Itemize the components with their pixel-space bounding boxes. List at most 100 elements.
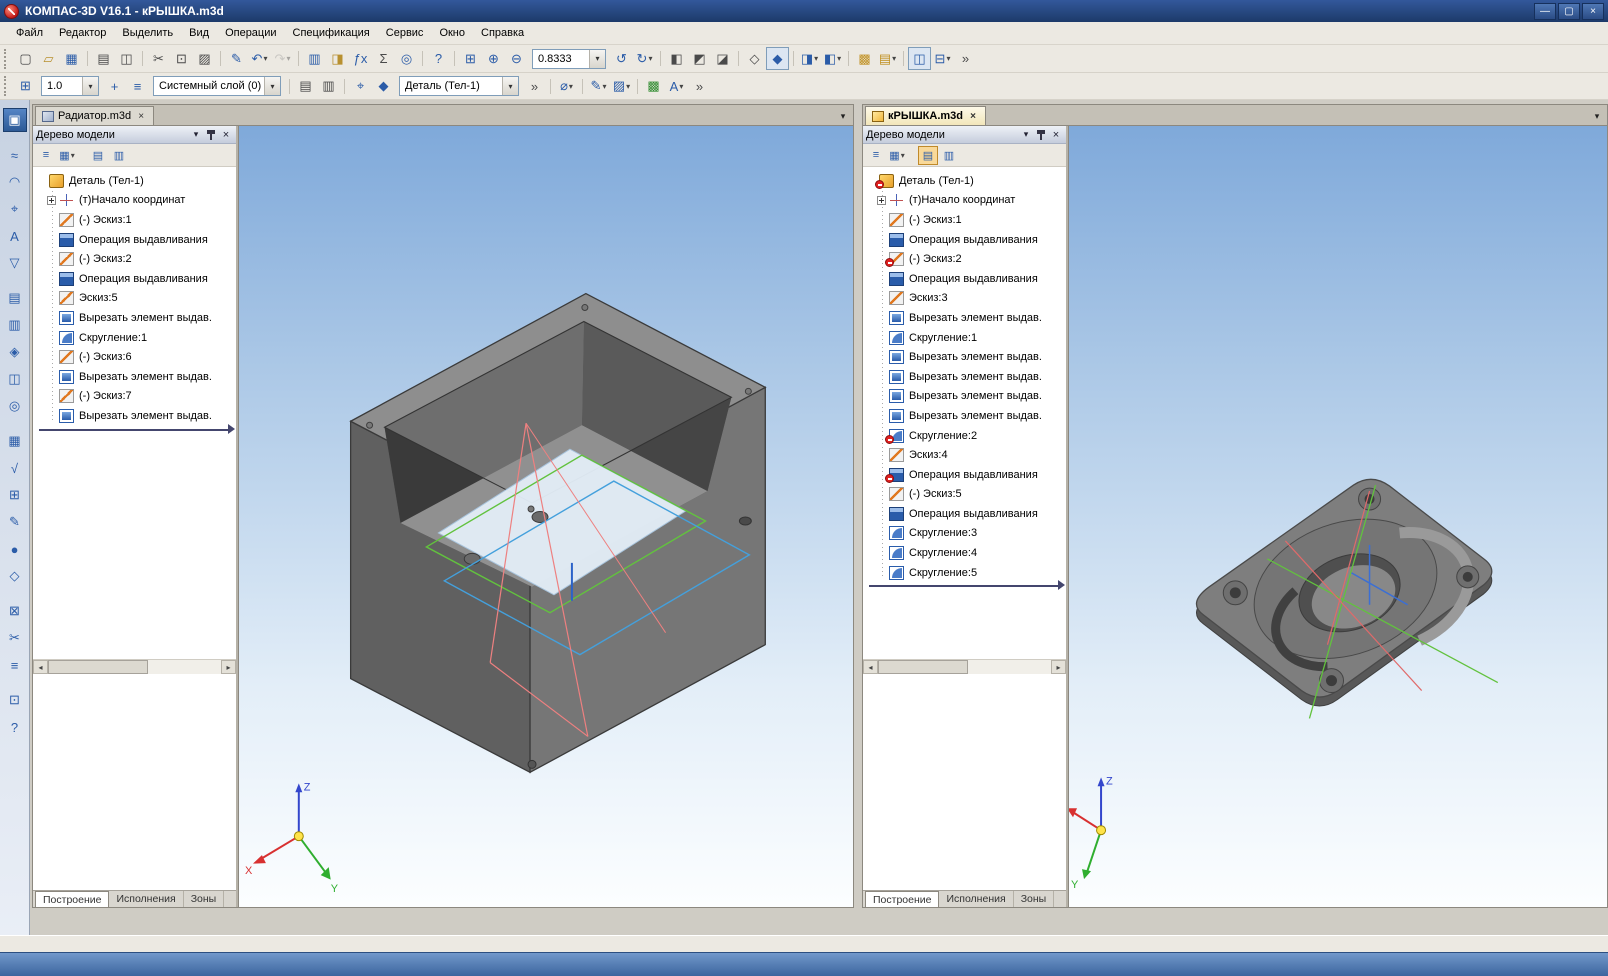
- panel-tab[interactable]: Зоны: [184, 891, 225, 907]
- tree-item[interactable]: (-) Эскиз:2: [867, 249, 1066, 269]
- scroll-track[interactable]: [48, 660, 221, 674]
- tree-item[interactable]: Скругление:1: [867, 328, 1066, 348]
- orientation-front-button[interactable]: ◧: [660, 47, 688, 70]
- params-more-button[interactable]: »: [688, 75, 711, 98]
- surfaces-button[interactable]: ◠: [3, 170, 27, 194]
- specification-button[interactable]: ▤: [3, 286, 27, 310]
- scissors-button[interactable]: ✂: [3, 626, 27, 650]
- edit-button[interactable]: ✎: [3, 510, 27, 534]
- part-combo[interactable]: Деталь (Тел-1): [399, 76, 519, 96]
- orientation-top-button[interactable]: ◪: [711, 47, 734, 70]
- tree-item[interactable]: (-) Эскиз:1: [37, 210, 236, 230]
- tree-item[interactable]: Вырезать элемент выдав.: [867, 387, 1066, 407]
- tab-close-icon[interactable]: [967, 110, 979, 122]
- copy-button[interactable]: ⊡: [170, 47, 193, 70]
- panel-menu-button[interactable]: [189, 128, 203, 142]
- verify-button[interactable]: √: [3, 456, 27, 480]
- mass-properties-button[interactable]: ⊟: [931, 47, 954, 70]
- libraries-button[interactable]: ⊞: [3, 483, 27, 507]
- model-info-button[interactable]: ▤: [88, 146, 108, 165]
- polygon-button[interactable]: ◇: [3, 564, 27, 588]
- minimize-button[interactable]: —: [1534, 2, 1556, 20]
- refresh-view-button[interactable]: ↺: [610, 47, 633, 70]
- panel-pin-button[interactable]: [1034, 128, 1048, 142]
- rollback-bar[interactable]: [869, 580, 1065, 593]
- scroll-right-icon[interactable]: [221, 660, 236, 674]
- print-button[interactable]: ▤: [87, 47, 115, 70]
- rollback-bar[interactable]: [39, 423, 235, 437]
- tree-item[interactable]: Вырезать элемент выдав.: [867, 406, 1066, 426]
- scroll-left-icon[interactable]: [863, 660, 878, 674]
- new-body-button[interactable]: ▩: [637, 75, 665, 98]
- hide-objects-button[interactable]: ◧: [821, 47, 844, 70]
- line-style-button[interactable]: ✎: [582, 75, 610, 98]
- extra-window-button[interactable]: ▥: [109, 146, 129, 165]
- panel-pin-button[interactable]: [204, 128, 218, 142]
- design-elements-button[interactable]: ◈: [3, 340, 27, 364]
- print-preview-button[interactable]: ◫: [115, 47, 138, 70]
- section-view-button[interactable]: ▩: [848, 47, 876, 70]
- viewport-cover[interactable]: Z X Y: [1068, 126, 1607, 907]
- panel-tab[interactable]: Построение: [35, 891, 110, 907]
- tree-item[interactable]: Скругление:4: [867, 543, 1066, 563]
- tree-structure-button[interactable]: ≡: [36, 146, 56, 165]
- scroll-right-icon[interactable]: [1051, 660, 1066, 674]
- window-list-button[interactable]: [1590, 109, 1604, 123]
- menu-item[interactable]: Справка: [473, 24, 532, 42]
- sheet-metal-button[interactable]: ◫: [3, 367, 27, 391]
- panel-tab[interactable]: Исполнения: [109, 891, 184, 907]
- scale-combo[interactable]: 1.0: [41, 76, 99, 96]
- help-button[interactable]: ?: [3, 715, 27, 739]
- panel-close-button[interactable]: [219, 128, 233, 142]
- toolbar-grip[interactable]: [4, 76, 10, 96]
- filters-button[interactable]: ▽: [3, 251, 27, 275]
- tree-item[interactable]: Операция выдавливания: [37, 269, 236, 289]
- menu-item[interactable]: Выделить: [114, 24, 181, 42]
- tree-item[interactable]: (-) Эскиз:5: [867, 485, 1066, 505]
- sheet-settings-button[interactable]: ▤: [289, 75, 317, 98]
- tree-item[interactable]: Эскиз:5: [37, 289, 236, 309]
- local-cs-button[interactable]: ⌖: [344, 75, 372, 98]
- display-shaded-button[interactable]: ◆: [766, 47, 789, 70]
- reports-button[interactable]: ▥: [3, 313, 27, 337]
- tree-item[interactable]: Операция выдавливания: [37, 230, 236, 250]
- save-button[interactable]: ▦: [60, 47, 83, 70]
- copy-properties-button[interactable]: ✎: [220, 47, 248, 70]
- tree-item[interactable]: Скругление:2: [867, 426, 1066, 446]
- rotate-view-button[interactable]: ↻: [633, 47, 656, 70]
- dimensions-style-button[interactable]: A: [665, 75, 688, 98]
- paste-button[interactable]: ▨: [193, 47, 216, 70]
- lock-button[interactable]: ⊠: [3, 599, 27, 623]
- circle-button[interactable]: ●: [3, 537, 27, 561]
- zoom-combo[interactable]: 0.8333: [532, 48, 606, 69]
- typical-models-button[interactable]: ◨: [326, 47, 349, 70]
- doc-tab-cover[interactable]: кРЫШКА.m3d: [865, 106, 986, 125]
- tree-item[interactable]: Операция выдавливания: [867, 465, 1066, 485]
- tree-item[interactable]: Вырезать элемент выдав.: [37, 367, 236, 387]
- panel-close-button[interactable]: [1049, 128, 1063, 142]
- combo-dropdown-icon[interactable]: [589, 49, 605, 68]
- tree-item[interactable]: Вырезать элемент выдав.: [867, 308, 1066, 328]
- combo-dropdown-icon[interactable]: [502, 77, 518, 95]
- tree-item[interactable]: (-) Эскиз:1: [867, 210, 1066, 230]
- menu-item[interactable]: Операции: [217, 24, 284, 42]
- tree-item[interactable]: Вырезать элемент выдав.: [867, 347, 1066, 367]
- current-model-button[interactable]: ◆: [372, 75, 395, 98]
- hatch-button[interactable]: ▨: [610, 75, 633, 98]
- tree-item[interactable]: Деталь (Тел-1): [37, 171, 236, 191]
- scroll-thumb[interactable]: [48, 660, 149, 674]
- menu-item[interactable]: Спецификация: [285, 24, 378, 42]
- tree-item[interactable]: Скругление:3: [867, 524, 1066, 544]
- toolbar-options-button[interactable]: »: [954, 47, 977, 70]
- tree-item[interactable]: Вырезать элемент выдав.: [37, 308, 236, 328]
- menu-item[interactable]: Редактор: [51, 24, 114, 42]
- model-info-button[interactable]: ▤: [918, 145, 938, 165]
- combo-dropdown-icon[interactable]: [264, 77, 280, 95]
- panel-menu-button[interactable]: [1019, 128, 1033, 142]
- variables-button[interactable]: Σ: [372, 47, 395, 70]
- scroll-left-icon[interactable]: [33, 660, 48, 674]
- tree-filter-button[interactable]: ▦: [887, 146, 907, 165]
- tree-item[interactable]: (-) Эскиз:6: [37, 347, 236, 367]
- tree-item[interactable]: Операция выдавливания: [867, 269, 1066, 289]
- tree-item[interactable]: Скругление:1: [37, 328, 236, 348]
